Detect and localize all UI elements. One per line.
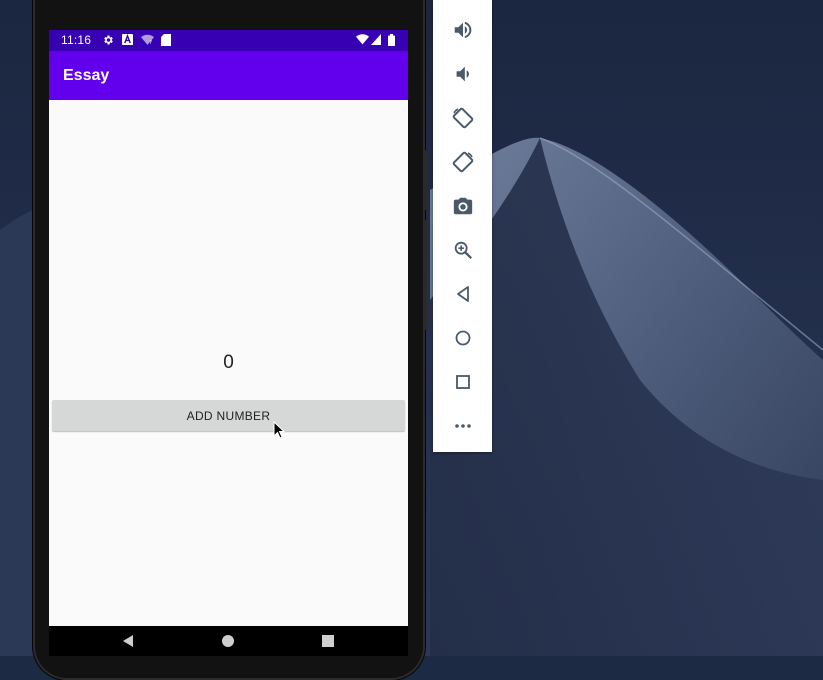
phone-screen: 11:16 ? Essay 0 ADD NUMBER <box>49 30 408 656</box>
toolbar-more-button[interactable] <box>433 404 492 448</box>
a-badge-icon <box>122 34 133 45</box>
overview-icon <box>455 375 470 389</box>
device-power-button <box>423 150 427 210</box>
zoom-button[interactable] <box>433 228 492 272</box>
back-icon <box>456 286 469 302</box>
volume-up-button[interactable] <box>433 8 492 52</box>
wifi-icon <box>356 34 369 45</box>
recents-icon[interactable] <box>321 634 335 648</box>
main-content: 0 ADD NUMBER <box>49 100 408 626</box>
camera-icon <box>453 197 472 215</box>
app-bar: Essay <box>49 51 408 100</box>
toolbar-home-button[interactable] <box>433 316 492 360</box>
toolbar-overview-button[interactable] <box>433 360 492 404</box>
more-icon <box>454 424 471 428</box>
mouse-cursor <box>273 421 285 439</box>
screenshot-button[interactable] <box>433 184 492 228</box>
add-number-button[interactable]: ADD NUMBER <box>52 400 405 431</box>
rotate-left-icon <box>452 107 473 129</box>
app-title: Essay <box>63 67 110 84</box>
rotate-left-button[interactable] <box>433 96 492 140</box>
home-icon <box>455 330 470 346</box>
volume-down-icon <box>456 66 469 82</box>
svg-text:?: ? <box>149 40 152 46</box>
signal-icon <box>371 34 381 45</box>
status-time: 11:16 <box>61 33 92 47</box>
settings-icon <box>104 35 113 45</box>
battery-icon <box>388 34 395 46</box>
emulator-toolbar <box>433 0 492 452</box>
back-icon[interactable] <box>121 634 135 648</box>
toolbar-back-button[interactable] <box>433 272 492 316</box>
navigation-bar <box>49 626 408 656</box>
status-bar: 11:16 ? <box>49 30 408 51</box>
rotate-right-icon <box>452 151 473 173</box>
counter-value: 0 <box>223 352 234 373</box>
volume-down-button[interactable] <box>433 52 492 96</box>
volume-up-icon <box>454 21 471 39</box>
zoom-icon <box>454 241 472 260</box>
home-icon[interactable] <box>221 634 235 648</box>
device-volume-button <box>423 220 427 330</box>
sd-card-icon <box>161 34 171 46</box>
rotate-right-button[interactable] <box>433 140 492 184</box>
wifi-question-icon: ? <box>141 34 154 46</box>
